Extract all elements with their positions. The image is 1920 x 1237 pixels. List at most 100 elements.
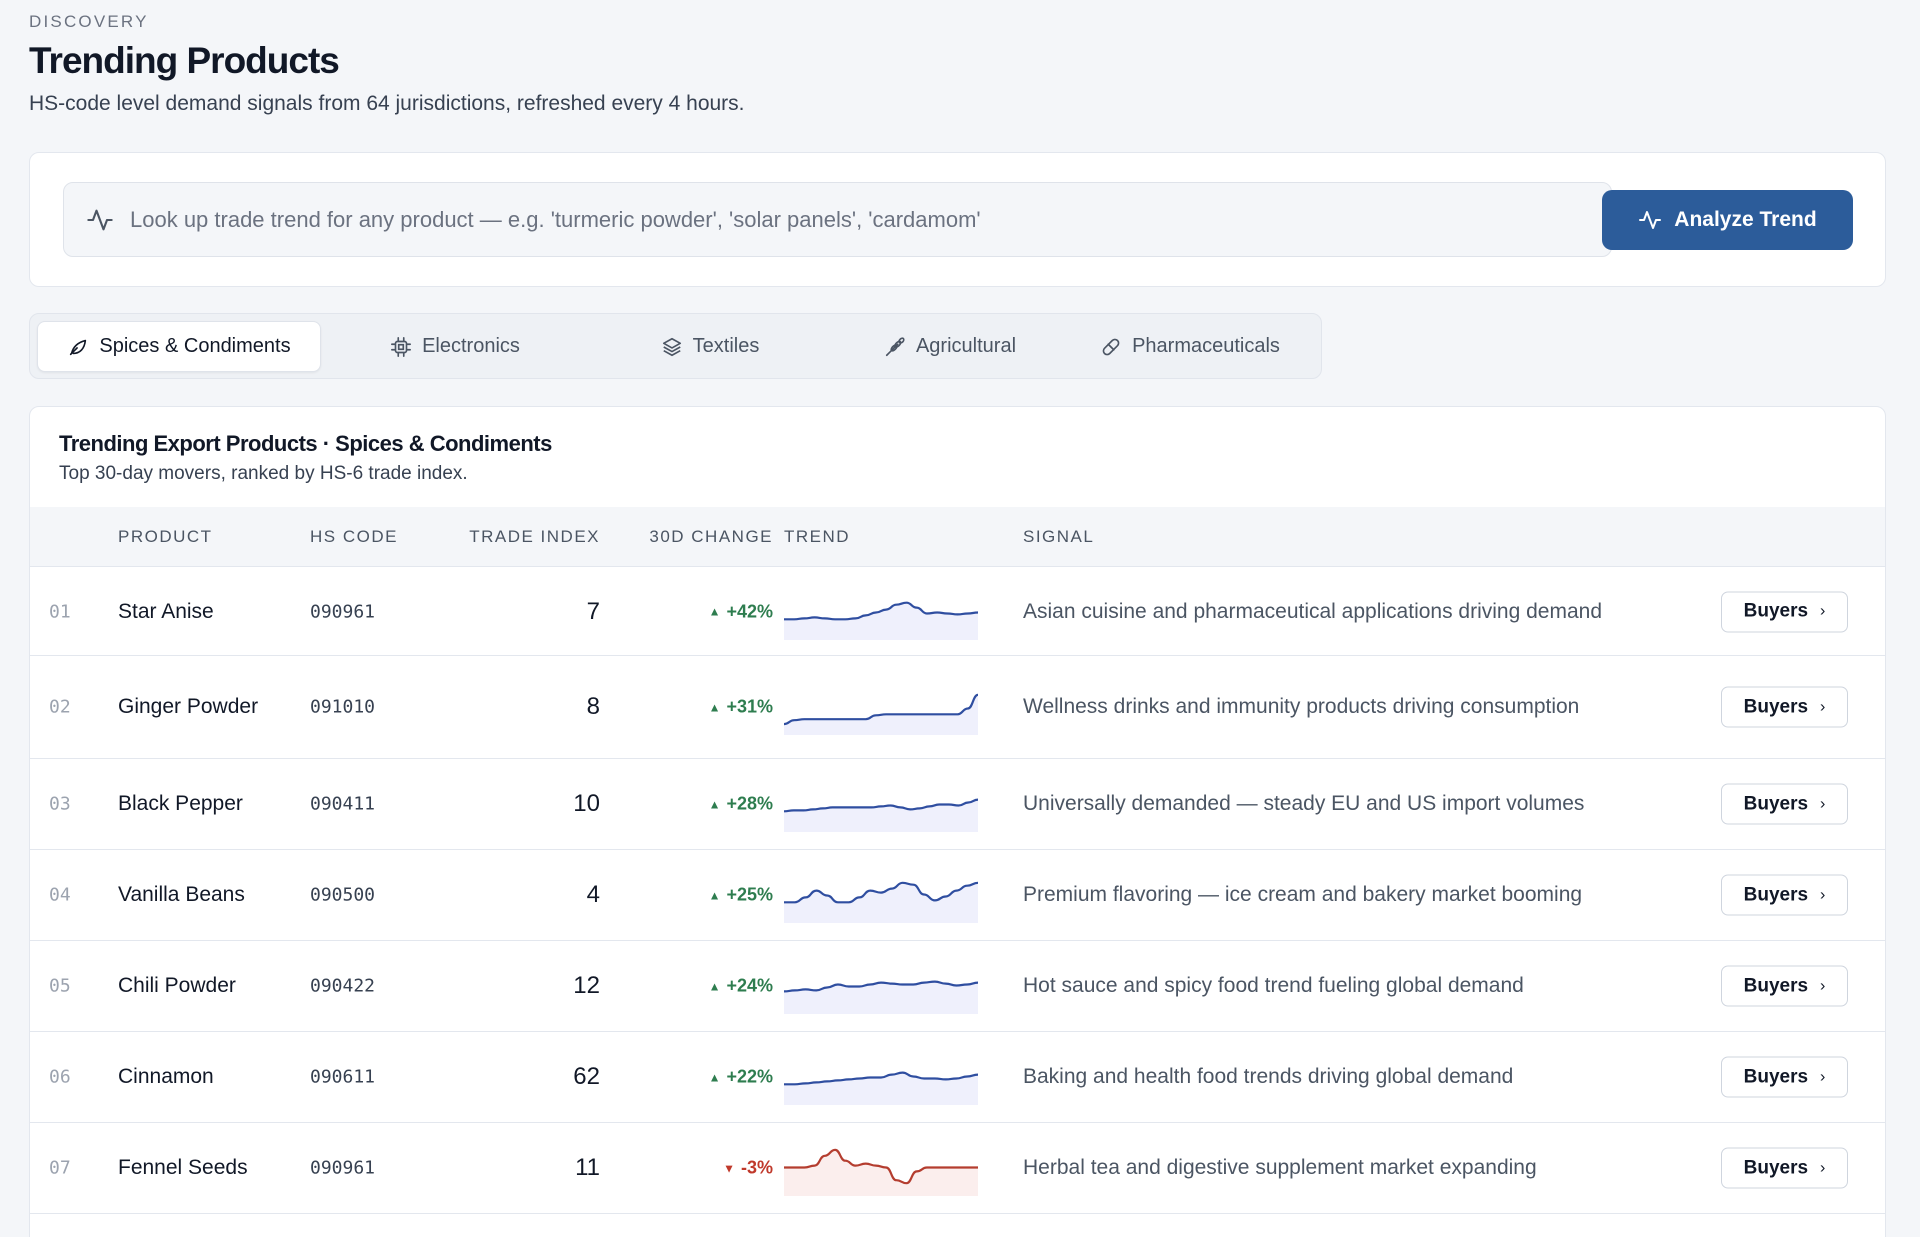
tab-pharmaceuticals[interactable]: Pharmaceuticals: [1085, 321, 1295, 372]
buyers-label: Buyers: [1743, 1066, 1809, 1087]
sparkline-area: [784, 981, 978, 1014]
column-header-trade-index[interactable]: TRADE INDEX: [469, 527, 600, 547]
change-text: +22%: [726, 1066, 773, 1087]
trend-sparkline: [784, 798, 978, 832]
table-title: Trending Export Products · Spices & Cond…: [59, 431, 552, 456]
buyers-label: Buyers: [1743, 1157, 1809, 1178]
change-text: +42%: [726, 601, 773, 621]
trade-index: 4: [586, 881, 600, 908]
chevron-right-icon: ›: [1820, 602, 1826, 620]
trending-products-table-card: Trending Export Products · Spices & Cond…: [29, 406, 1886, 1237]
product-name: Star Anise: [118, 599, 214, 623]
buyers-button[interactable]: Buyers ›: [1721, 874, 1848, 916]
triangle-up-icon: ▲: [708, 888, 721, 902]
signal-text: Baking and health food trends driving gl…: [1023, 1065, 1514, 1088]
signal-text: Herbal tea and digestive supplement mark…: [1023, 1156, 1537, 1179]
change-value: ▲ +28%: [709, 794, 773, 815]
signal-text: Universally demanded — steady EU and US …: [1023, 792, 1585, 815]
product-name: Cinnamon: [118, 1065, 214, 1088]
change-value: ▼ -3%: [723, 1158, 773, 1179]
column-header-trend: TREND: [784, 527, 851, 546]
tab-textiles[interactable]: Textiles: [605, 321, 815, 372]
rank-number: 03: [49, 793, 71, 815]
chevron-right-icon: ›: [1820, 1068, 1826, 1085]
table-row[interactable]: 03 Black Pepper 090411 10 ▲ +28% Universally d…: [30, 759, 1885, 850]
change-text: +31%: [726, 696, 773, 717]
trend-search-input[interactable]: [130, 199, 1580, 240]
buyers-button[interactable]: Buyers ›: [1721, 1147, 1848, 1189]
trade-index: 11: [575, 1154, 600, 1181]
hs-code: 090611: [310, 1066, 376, 1088]
change-value: ▲ +31%: [709, 697, 773, 718]
activity-icon: [1639, 211, 1662, 229]
tab-electronics[interactable]: Electronics: [350, 321, 560, 372]
table-row[interactable]: 07 Fennel Seeds 090961 11 ▼ -3% Herbal tea and…: [30, 1123, 1885, 1214]
change-text: +25%: [726, 884, 773, 905]
rank-number: 07: [49, 1157, 71, 1179]
buyers-label: Buyers: [1743, 600, 1809, 622]
trend-sparkline: [784, 601, 978, 640]
section-eyebrow: DISCOVERY: [29, 12, 149, 31]
buyers-button[interactable]: Buyers ›: [1721, 1056, 1848, 1098]
tab-label: Agricultural: [915, 335, 1017, 357]
trend-sparkline: [784, 693, 978, 735]
buyers-button[interactable]: Buyers ›: [1721, 686, 1848, 728]
column-header-hs-code[interactable]: HS CODE: [310, 527, 398, 547]
trend-search-card: Analyze Trend: [29, 152, 1886, 287]
tab-label: Spices & Condiments: [99, 335, 291, 357]
page-title: Trending Products: [29, 40, 340, 81]
product-name: Vanilla Beans: [118, 883, 245, 906]
table-row[interactable]: 02 Ginger Powder 091010 8 ▲ +31% Wellness drin…: [30, 656, 1885, 759]
tab-label: Pharmaceuticals: [1132, 335, 1280, 357]
triangle-up-icon: ▲: [708, 1070, 721, 1084]
product-name: Ginger Powder: [118, 695, 259, 718]
table-row[interactable]: 01 Star Anise 090961 7 ▲ +42% Asian cuisine an…: [30, 568, 1885, 656]
buyers-button[interactable]: Buyers ›: [1721, 783, 1848, 825]
change-value: ▲ +42%: [709, 601, 773, 622]
search-box[interactable]: [63, 182, 1612, 257]
sparkline-area: [784, 1149, 978, 1196]
chevron-right-icon: ›: [1820, 795, 1826, 812]
change-text: +24%: [726, 975, 773, 996]
rank-number: 01: [49, 601, 71, 622]
buyers-label: Buyers: [1743, 696, 1809, 717]
change-text: -3%: [740, 1157, 773, 1178]
leaf-icon: [70, 339, 87, 355]
table-row[interactable]: 06 Cinnamon 090611 62 ▲ +22% Baking and health…: [30, 1032, 1885, 1123]
table-subtitle: Top 30-day movers, ranked by HS-6 trade …: [59, 463, 468, 484]
product-name: Black Pepper: [118, 792, 243, 815]
triangle-up-icon: ▲: [708, 604, 721, 619]
chip-icon: [391, 336, 412, 357]
table-header: PRODUCT HS CODE TRADE INDEX 30D CHANGE T…: [30, 507, 1885, 567]
buyers-button[interactable]: Buyers ›: [1721, 965, 1848, 1007]
table-row[interactable]: 05 Chili Powder 090422 12 ▲ +24% Hot sauce and…: [30, 941, 1885, 1032]
hs-code: 090422: [310, 975, 376, 997]
signal-text: Premium flavoring — ice cream and bakery…: [1023, 883, 1583, 906]
signal-text: Wellness drinks and immunity products dr…: [1023, 695, 1580, 718]
tab-label: Electronics: [422, 335, 520, 357]
triangle-down-icon: ▼: [723, 1161, 735, 1175]
buyers-label: Buyers: [1743, 975, 1809, 996]
chevron-right-icon: ›: [1820, 1159, 1826, 1176]
rank-number: 06: [49, 1066, 71, 1088]
sparkline-area: [784, 882, 978, 923]
triangle-up-icon: ▲: [708, 979, 721, 993]
trade-index: 10: [573, 790, 600, 817]
change-value: ▲ +22%: [709, 1067, 773, 1088]
trade-index: 7: [586, 597, 600, 625]
column-header-30d-change[interactable]: 30D CHANGE: [649, 527, 773, 547]
buyers-button[interactable]: Buyers ›: [1721, 591, 1848, 632]
tab-spices-condiments[interactable]: Spices & Condiments: [37, 321, 321, 372]
wheat-icon: [885, 336, 905, 356]
column-header-product[interactable]: PRODUCT: [118, 527, 213, 547]
trade-index: 8: [586, 693, 600, 720]
change-value: ▲ +24%: [709, 976, 773, 997]
trend-sparkline: [784, 1148, 978, 1196]
signal-text: Asian cuisine and pharmaceutical applica…: [1023, 599, 1603, 623]
pill-icon: [1102, 338, 1120, 355]
analyze-trend-button[interactable]: Analyze Trend: [1602, 190, 1853, 250]
table-row[interactable]: 04 Vanilla Beans 090500 4 ▲ +25% Premium flavo…: [30, 850, 1885, 941]
tab-agricultural[interactable]: Agricultural: [845, 321, 1055, 372]
triangle-up-icon: ▲: [708, 797, 721, 811]
hs-code: 090500: [310, 884, 376, 906]
